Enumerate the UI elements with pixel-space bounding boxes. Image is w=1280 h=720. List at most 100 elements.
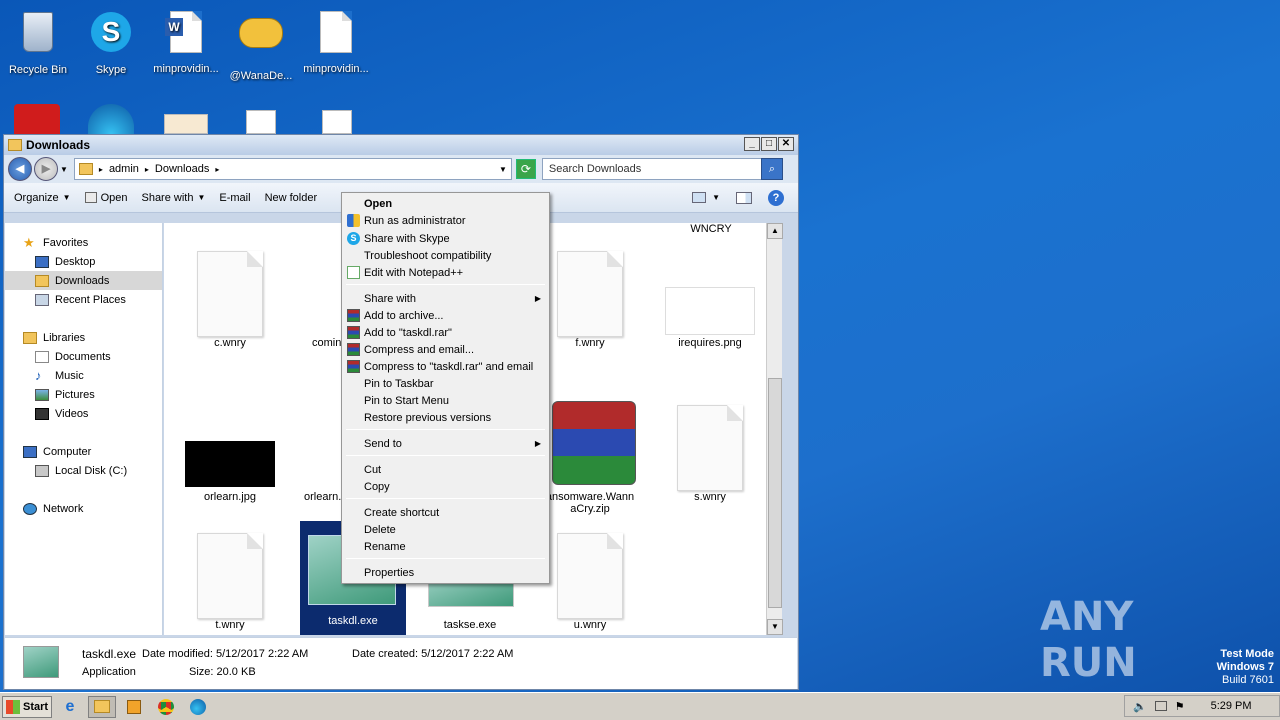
menu-item-pin-start[interactable]: Pin to Start Menu <box>344 392 547 409</box>
menu-item-pin-taskbar[interactable]: Pin to Taskbar <box>344 375 547 392</box>
scroll-up-arrow[interactable]: ▲ <box>767 223 783 239</box>
menu-item-restore-versions[interactable]: Restore previous versions <box>344 409 547 426</box>
edge-icon[interactable] <box>88 104 134 134</box>
start-button[interactable]: Start <box>2 695 52 718</box>
menu-item-share-skype[interactable]: S Share with Skype <box>344 230 547 247</box>
file-item-t-wnry[interactable]: t.wnry <box>180 523 280 631</box>
test-mode-label: Test Mode <box>1220 648 1274 660</box>
search-input[interactable]: Search Downloads ⌕ <box>541 158 783 180</box>
view-icon[interactable] <box>692 192 707 203</box>
back-button[interactable]: ◀ <box>8 157 32 181</box>
nav-desktop[interactable]: Desktop <box>5 252 162 271</box>
breadcrumb-item[interactable]: Downloads <box>155 163 209 175</box>
desktop-icon-word-doc[interactable]: W minprovidin... <box>148 8 224 75</box>
file-item-wncry[interactable]: WNCRY <box>661 223 761 235</box>
title-bar[interactable]: Downloads _ □ ✕ <box>4 135 798 155</box>
acrobat-icon[interactable] <box>14 104 60 134</box>
nav-documents[interactable]: Documents <box>5 347 162 366</box>
breadcrumb-item[interactable]: admin <box>109 163 139 175</box>
nav-local-disk[interactable]: Local Disk (C:) <box>5 461 162 480</box>
menu-item-notepadpp[interactable]: Edit with Notepad++ <box>344 264 547 281</box>
desktop-icon-skype[interactable]: S Skype <box>73 8 149 76</box>
chevron-down-icon: ▼ <box>62 193 71 202</box>
open-button[interactable]: Open <box>84 192 127 204</box>
new-folder-button[interactable]: New folder <box>265 192 318 204</box>
nav-label: Favorites <box>43 236 89 249</box>
image-thumbnail <box>185 441 275 487</box>
file-item-s-wnry[interactable]: s.wnry <box>660 395 760 503</box>
menu-item-add-rar[interactable]: Add to "taskdl.rar" <box>344 324 547 341</box>
chevron-right-icon[interactable]: ▸ <box>145 165 149 174</box>
nav-videos[interactable]: Videos <box>5 404 162 423</box>
forward-button[interactable]: ▶ <box>34 157 58 181</box>
blank-file-icon[interactable] <box>246 110 276 134</box>
image-file-icon[interactable] <box>164 114 208 134</box>
image-thumbnail <box>665 287 755 335</box>
refresh-button[interactable]: ⟳ <box>515 159 536 179</box>
volume-icon[interactable]: 🔈 <box>1133 700 1147 713</box>
scroll-down-arrow[interactable]: ▼ <box>767 619 783 635</box>
file-item-f-wnry[interactable]: f.wnry <box>540 241 640 349</box>
menu-item-share-with[interactable]: Share with ▶ <box>344 290 547 307</box>
system-tray: 🔈 ⚑ 5:29 PM <box>1124 695 1280 717</box>
menu-item-create-shortcut[interactable]: Create shortcut <box>344 504 547 521</box>
nav-music[interactable]: ♪ Music <box>5 366 162 385</box>
menu-item-send-to[interactable]: Send to ▶ <box>344 435 547 452</box>
blank-file-icon[interactable] <box>322 110 352 134</box>
chevron-down-icon[interactable]: ▼ <box>712 193 720 202</box>
menu-item-troubleshoot[interactable]: Troubleshoot compatibility <box>344 247 547 264</box>
share-with-button[interactable]: Share with ▼ <box>141 192 205 204</box>
menu-item-compress-rar-email[interactable]: Compress to "taskdl.rar" and email <box>344 358 547 375</box>
close-button[interactable]: ✕ <box>778 137 794 151</box>
history-dropdown-icon[interactable]: ▼ <box>60 165 68 174</box>
file-item-orlearn-jpg[interactable]: orlearn.jpg <box>180 395 280 503</box>
nav-recent-places[interactable]: Recent Places <box>5 290 162 309</box>
menu-item-copy[interactable]: Copy <box>344 478 547 495</box>
chevron-down-icon[interactable]: ▼ <box>499 165 507 174</box>
email-button[interactable]: E-mail <box>219 192 250 204</box>
menu-item-label: Compress and email... <box>364 343 475 356</box>
taskbar-media-player[interactable] <box>120 696 148 718</box>
preview-pane-icon[interactable] <box>736 191 752 204</box>
menu-item-add-archive[interactable]: Add to archive... <box>344 307 547 324</box>
nav-network[interactable]: Network <box>5 499 162 518</box>
desktop-icon-label: @WanaDe... <box>229 70 293 82</box>
search-icon[interactable]: ⌕ <box>760 158 783 180</box>
flag-icon[interactable]: ⚑ <box>1175 700 1185 713</box>
menu-item-delete[interactable]: Delete <box>344 521 547 538</box>
organize-button[interactable]: Organize ▼ <box>14 192 71 204</box>
minimize-button[interactable]: _ <box>744 137 760 151</box>
file-item-irequires[interactable]: irequires.png <box>660 241 760 349</box>
menu-item-properties[interactable]: Properties <box>344 564 547 581</box>
scrollbar-thumb[interactable] <box>768 378 782 608</box>
nav-favorites[interactable]: ★ Favorites <box>5 233 162 252</box>
chevron-right-icon[interactable]: ▸ <box>99 165 103 174</box>
menu-item-open[interactable]: Open <box>344 195 547 212</box>
nav-pictures[interactable]: Pictures <box>5 385 162 404</box>
desktop-icon-recycle-bin[interactable]: Recycle Bin <box>0 8 76 76</box>
help-icon[interactable]: ? <box>768 189 784 206</box>
clock[interactable]: 5:29 PM <box>1211 700 1252 712</box>
nav-libraries[interactable]: Libraries <box>5 328 162 347</box>
nav-computer[interactable]: Computer <box>5 442 162 461</box>
desktop-icon-wanadecryptor[interactable]: @WanaDe... <box>223 8 299 82</box>
address-bar[interactable]: ▸ admin ▸ Downloads ▸ ▼ <box>73 158 512 180</box>
taskbar-explorer[interactable] <box>88 695 116 718</box>
desktop-icon-file[interactable]: minprovidin... <box>298 8 374 75</box>
file-item-u-wnry[interactable]: u.wnry <box>540 523 640 631</box>
vertical-scrollbar[interactable]: ▲ ▼ <box>766 223 783 635</box>
chevron-right-icon[interactable]: ▸ <box>215 165 219 174</box>
file-item-ransomware-zip[interactable]: ansomware.Wann aCry.zip <box>540 395 640 515</box>
menu-item-run-as-admin[interactable]: Run as administrator <box>344 212 547 229</box>
menu-item-cut[interactable]: Cut <box>344 461 547 478</box>
taskbar-ie[interactable]: e <box>56 696 84 718</box>
maximize-button[interactable]: □ <box>761 137 777 151</box>
taskbar-edge[interactable] <box>184 696 212 718</box>
menu-item-compress-email[interactable]: Compress and email... <box>344 341 547 358</box>
file-item-c-wnry[interactable]: c.wnry <box>180 241 280 349</box>
taskbar-chrome[interactable] <box>152 696 180 718</box>
nav-downloads[interactable]: Downloads <box>5 271 162 290</box>
desktop-icon-label: Skype <box>95 64 127 76</box>
network-tray-icon[interactable] <box>1154 701 1167 711</box>
menu-item-rename[interactable]: Rename <box>344 538 547 555</box>
